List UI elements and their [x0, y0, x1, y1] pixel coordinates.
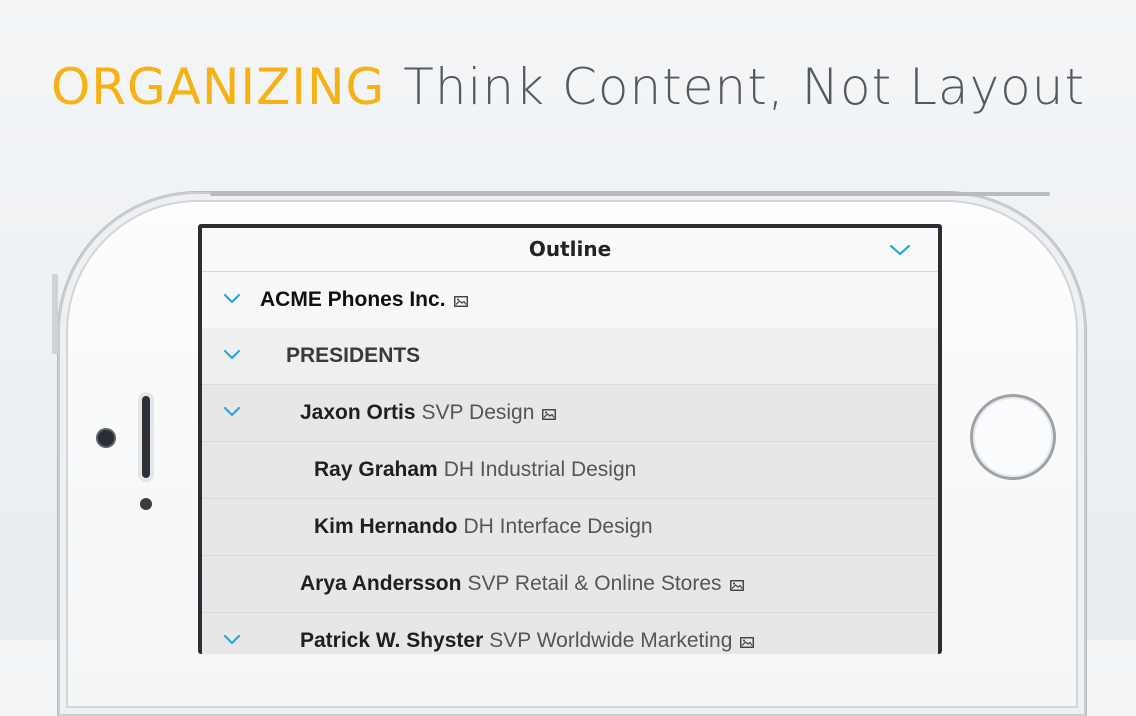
- outline-title: SVP Design: [421, 401, 535, 424]
- image-attachment-icon[interactable]: [729, 580, 744, 591]
- outline-name: Patrick W. Shyster: [300, 629, 484, 652]
- outline-row-text: Patrick W. Shyster SVP Worldwide Marketin…: [300, 613, 755, 654]
- front-camera: [98, 430, 114, 446]
- outline-row[interactable]: PRESIDENTS: [202, 328, 938, 385]
- outline-title: SVP Retail & Online Stores: [467, 572, 722, 595]
- chevron-down-icon[interactable]: [222, 633, 242, 647]
- outline-list: ACME Phones Inc. PRESIDENTS Jaxon Ortis SVP…: [202, 272, 938, 654]
- outline-row-text: Ray Graham DH Industrial Design: [314, 442, 636, 498]
- earpiece-speaker: [142, 396, 150, 478]
- outline-name: Arya Andersson: [300, 572, 462, 595]
- outline-name: Jaxon Ortis: [300, 401, 416, 424]
- phone-screen: Outline ACME Phones Inc. PRESIDENTS Jaxon …: [198, 224, 942, 654]
- phone-top-edge: [210, 192, 1050, 196]
- outline-name: PRESIDENTS: [286, 344, 421, 367]
- image-attachment-icon[interactable]: [453, 296, 468, 307]
- chevron-down-icon[interactable]: [222, 405, 242, 419]
- headline-tagline: Think Content, Not Layout: [403, 58, 1086, 116]
- phone-side-button: [52, 274, 58, 354]
- chevron-down-icon[interactable]: [888, 242, 912, 258]
- outline-row-text: Kim Hernando DH Interface Design: [314, 499, 653, 555]
- outline-row[interactable]: Jaxon Ortis SVP Design: [202, 385, 938, 442]
- outline-row-text: Jaxon Ortis SVP Design: [300, 385, 557, 441]
- headline-keyword: ORGANIZING: [50, 58, 386, 116]
- image-attachment-icon[interactable]: [542, 409, 557, 420]
- outline-name: Ray Graham: [314, 458, 438, 481]
- outline-title: DH Industrial Design: [443, 458, 637, 481]
- outline-row-text: PRESIDENTS: [286, 328, 420, 384]
- nav-title: Outline: [528, 237, 612, 261]
- chevron-down-icon[interactable]: [222, 292, 242, 306]
- outline-row[interactable]: ACME Phones Inc.: [202, 272, 938, 328]
- outline-title: SVP Worldwide Marketing: [489, 629, 733, 652]
- outline-row-text: ACME Phones Inc.: [260, 272, 468, 328]
- image-attachment-icon[interactable]: [740, 637, 755, 648]
- chevron-down-icon[interactable]: [222, 348, 242, 362]
- outline-row[interactable]: Patrick W. Shyster SVP Worldwide Marketin…: [202, 613, 938, 654]
- home-button[interactable]: [970, 394, 1056, 480]
- outline-row[interactable]: Arya Andersson SVP Retail & Online Stores: [202, 556, 938, 613]
- outline-row-text: Arya Andersson SVP Retail & Online Stores: [300, 556, 744, 612]
- outline-row[interactable]: Kim Hernando DH Interface Design: [202, 499, 938, 556]
- outline-row[interactable]: Ray Graham DH Industrial Design: [202, 442, 938, 499]
- app-view: Outline ACME Phones Inc. PRESIDENTS Jaxon …: [202, 228, 938, 654]
- outline-name: ACME Phones Inc.: [260, 288, 446, 311]
- headline: ORGANIZING Think Content, Not Layout: [0, 58, 1136, 116]
- proximity-sensor: [140, 498, 152, 510]
- outline-title: DH Interface Design: [463, 515, 653, 538]
- nav-bar: Outline: [202, 228, 938, 272]
- outline-name: Kim Hernando: [314, 515, 458, 538]
